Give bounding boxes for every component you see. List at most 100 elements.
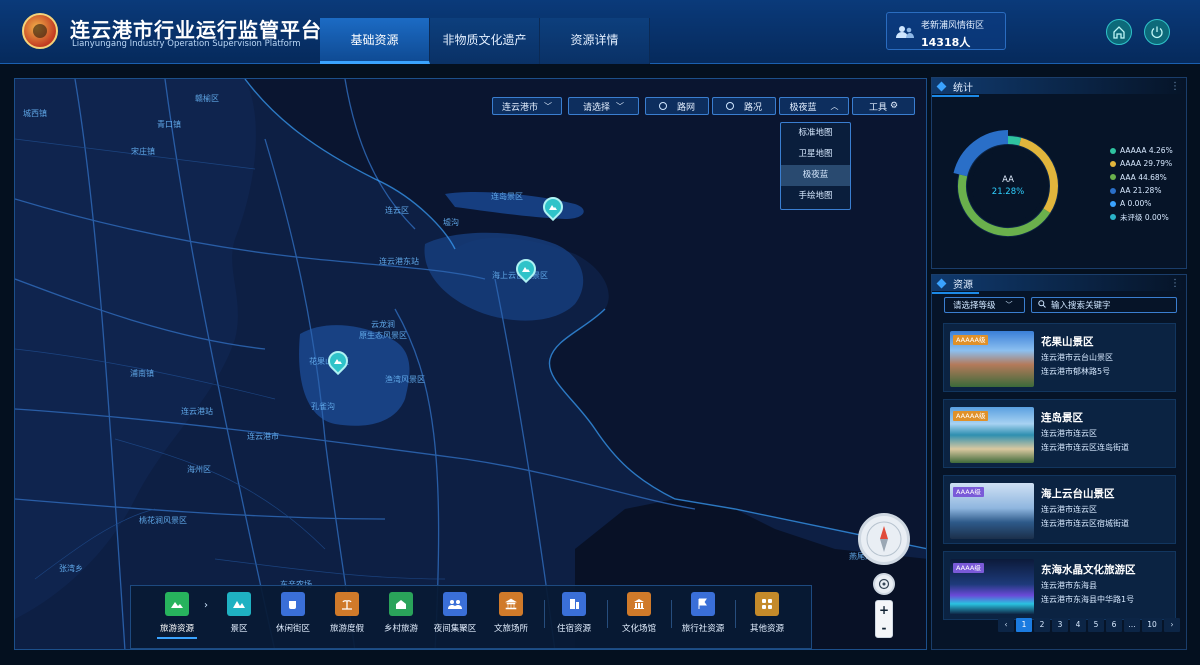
flag-icon bbox=[691, 592, 715, 616]
resource-address: 连云港市连云区宿城街道 bbox=[1041, 519, 1129, 528]
legend-item[interactable]: 未评级 0.00% bbox=[1110, 210, 1173, 223]
tab-intangible-heritage[interactable]: 非物质文化遗产 bbox=[430, 18, 540, 64]
map-style-option-handdrawn[interactable]: 手绘地图 bbox=[781, 186, 850, 207]
resource-card[interactable]: AAAA级 东海水晶文化旅游区 连云港市东海县 连云港市东海县中华路1号 bbox=[943, 551, 1176, 620]
rating-badge: AAAA级 bbox=[953, 563, 984, 573]
search-input[interactable]: 输入搜索关键字 bbox=[1031, 297, 1177, 313]
resources-panel-title: 资源 bbox=[953, 279, 973, 291]
road-net-toggle[interactable]: 路网 bbox=[645, 97, 709, 115]
category-accommodation[interactable]: 住宿资源 bbox=[544, 592, 604, 634]
resource-city: 连云港市云台山景区 bbox=[1041, 353, 1113, 362]
category-label: 乡村旅游 bbox=[383, 624, 418, 634]
city-select[interactable]: 连云港市 ﹀ bbox=[492, 97, 562, 115]
main-tabs: 基础资源 非物质文化遗产 资源详情 bbox=[320, 18, 650, 64]
landscape-icon bbox=[165, 592, 189, 616]
legend-dot bbox=[1110, 187, 1116, 194]
level-select[interactable]: 请选择等级 ﹀ bbox=[944, 297, 1025, 313]
page-prev-button[interactable]: ‹ bbox=[998, 618, 1014, 632]
more-icon[interactable]: ⋮ bbox=[1170, 81, 1180, 92]
category-other-resources[interactable]: 其他资源 bbox=[737, 592, 797, 634]
map-style-option-night-blue[interactable]: 极夜蓝 bbox=[781, 165, 850, 186]
map-style-select[interactable]: 极夜蓝 ︿ bbox=[779, 97, 849, 115]
crosshair-icon bbox=[878, 578, 890, 590]
temple-icon bbox=[499, 592, 523, 616]
category-label: 文旅场所 bbox=[493, 624, 528, 634]
road-status-toggle[interactable]: 路况 bbox=[712, 97, 776, 115]
legend-label: AAA 44.68% bbox=[1120, 172, 1167, 182]
page-next-button[interactable]: › bbox=[1164, 618, 1180, 632]
legend-item[interactable]: AA 21.28% bbox=[1110, 184, 1173, 197]
page-button[interactable]: 6 bbox=[1106, 618, 1122, 632]
page-button[interactable]: 1 bbox=[1016, 618, 1032, 632]
app-root: 连云港市行业运行监管平台 Lianyungang Industry Operat… bbox=[0, 0, 1200, 665]
resource-card[interactable]: AAAAA级 连岛景区 连云港市连云区 连云港市连云区连岛街道 bbox=[943, 399, 1176, 468]
resource-card[interactable]: AAAAA级 花果山景区 连云港市云台山景区 连云港市郁林路5号 bbox=[943, 323, 1176, 392]
stats-panel: 统计 ⋮ AA 21.28% AAAAA 4.26% AAAA 29.79% A… bbox=[931, 77, 1187, 269]
zoom-in-button[interactable]: + bbox=[876, 601, 892, 619]
page-button[interactable]: 4 bbox=[1070, 618, 1086, 632]
legend-item[interactable]: AAAAA 4.26% bbox=[1110, 144, 1173, 157]
page-button[interactable]: 2 bbox=[1034, 618, 1050, 632]
resource-address: 连云港市连云区连岛街道 bbox=[1041, 443, 1129, 452]
category-label: 休闲街区 bbox=[275, 624, 310, 634]
category-label: 夜间集聚区 bbox=[433, 624, 477, 634]
map-style-option-satellite[interactable]: 卫星地图 bbox=[781, 144, 850, 165]
place-label: 孔雀沟 bbox=[311, 402, 335, 411]
legend-dot bbox=[1110, 160, 1116, 167]
category-label: 景区 bbox=[230, 624, 248, 634]
map-view[interactable]: 赣榆区 城西镇 青口镇 宋庄镇 墟沟 连岛景区 连云区 连云港东站 海上云台山景… bbox=[14, 78, 927, 650]
category-tourism-resources[interactable]: 旅游资源 bbox=[147, 592, 207, 639]
legend-item[interactable]: AAA 44.68% bbox=[1110, 171, 1173, 184]
category-culture-venue[interactable]: 文旅场所 bbox=[481, 592, 541, 634]
place-label: 连云区 bbox=[385, 206, 409, 215]
users-icon bbox=[896, 26, 914, 38]
divider bbox=[607, 600, 608, 628]
stats-panel-title: 统计 bbox=[953, 82, 973, 94]
category-scenic-area[interactable]: 景区 bbox=[209, 592, 269, 634]
chevron-down-icon: ﹀ bbox=[1005, 301, 1013, 309]
category-resort[interactable]: 旅游度假 bbox=[317, 592, 377, 634]
road-status-label: 路况 bbox=[743, 102, 762, 113]
chevron-right-icon: › bbox=[204, 600, 208, 611]
legend-item[interactable]: A 0.00% bbox=[1110, 197, 1173, 210]
resource-card[interactable]: AAAA级 海上云台山景区 连云港市连云区 连云港市连云区宿城街道 bbox=[943, 475, 1176, 544]
legend-dot bbox=[1110, 147, 1116, 154]
tools-button[interactable]: 工具 ⚙ bbox=[852, 97, 915, 115]
scenic-pin-icon bbox=[332, 355, 344, 367]
page-button[interactable]: 10 bbox=[1142, 618, 1162, 632]
visitor-count-box[interactable]: 老新浦风情街区 14318人 bbox=[886, 12, 1006, 50]
more-icon[interactable]: ⋮ bbox=[1170, 278, 1180, 289]
donut-hole bbox=[972, 150, 1044, 222]
place-label: 青口镇 bbox=[157, 120, 181, 129]
scenic-pin-icon bbox=[547, 201, 559, 213]
locate-button[interactable] bbox=[873, 573, 895, 595]
road-net-label: 路网 bbox=[676, 102, 695, 113]
home-button[interactable] bbox=[1106, 19, 1132, 45]
place-label: 原生态风景区 bbox=[359, 331, 407, 340]
map-style-value: 极夜蓝 bbox=[789, 102, 817, 113]
area-select[interactable]: 请选择 ﹀ bbox=[568, 97, 639, 115]
legend-item[interactable]: AAAA 29.79% bbox=[1110, 157, 1173, 170]
category-travel-agency[interactable]: 旅行社资源 bbox=[673, 592, 733, 634]
category-cultural-venue[interactable]: 文化场馆 bbox=[609, 592, 669, 634]
category-night-district[interactable]: 夜间集聚区 bbox=[425, 592, 485, 634]
scenic-pin-icon bbox=[520, 263, 532, 275]
power-button[interactable] bbox=[1144, 19, 1170, 45]
page-button[interactable]: 3 bbox=[1052, 618, 1068, 632]
page-button[interactable]: 5 bbox=[1088, 618, 1104, 632]
tab-basic-resources[interactable]: 基础资源 bbox=[320, 18, 430, 64]
zoom-control: + - bbox=[875, 600, 893, 638]
compass[interactable] bbox=[858, 513, 910, 565]
map-style-option-standard[interactable]: 标准地图 bbox=[781, 123, 850, 144]
category-leisure-street[interactable]: 休闲街区 bbox=[263, 592, 323, 634]
zoom-out-button[interactable]: - bbox=[876, 619, 892, 637]
resource-name: 连岛景区 bbox=[1041, 412, 1083, 424]
resource-name: 海上云台山景区 bbox=[1041, 488, 1115, 500]
category-rural-tourism[interactable]: 乡村旅游 bbox=[371, 592, 431, 634]
visitor-count: 14318人 bbox=[921, 36, 971, 49]
tools-label: 工具 bbox=[868, 102, 887, 113]
tab-resource-details[interactable]: 资源详情 bbox=[540, 18, 650, 64]
place-label: 连云港站 bbox=[181, 407, 213, 416]
donut-slice-aaaaa[interactable] bbox=[1007, 136, 1022, 146]
search-icon bbox=[1038, 299, 1046, 311]
